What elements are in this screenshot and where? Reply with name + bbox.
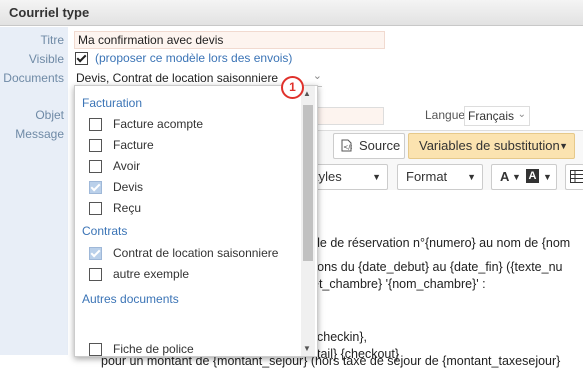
scroll-up-icon[interactable]: ▲ [303,89,311,98]
langue-select[interactable]: Français ⌄ [464,106,530,126]
caret-down-icon[interactable]: ▼ [543,165,552,189]
svg-text:</>: </> [343,144,352,151]
editor-line: et_chambre} '{nom_chambre}' : [312,277,486,291]
visible-note: (proposer ce modèle lors des envois) [95,51,292,65]
background-color-icon[interactable]: A [526,169,539,183]
option-checkbox-checked[interactable] [89,181,102,194]
option-label: Reçu [113,201,141,215]
styles-dropdown-label: tyles [315,165,342,189]
option-checkbox[interactable] [89,139,102,152]
dropdown-option[interactable]: Fiche de police [75,340,299,357]
option-checkbox[interactable] [89,118,102,131]
visible-label: Visible [29,52,64,66]
option-label: autre exemple [113,267,189,281]
source-icon: </> [341,139,352,152]
dropdown-scrollbar[interactable]: ▲ ▼ [301,86,315,356]
message-label: Message [15,127,64,141]
documents-label: Documents [3,71,64,85]
option-label: Fiche de police [113,342,194,356]
chevron-down-icon: ⌄ [518,109,526,120]
objet-input[interactable] [308,107,384,125]
langue-label: Langue [425,108,465,122]
dropdown-option[interactable]: Reçu [75,199,299,219]
option-checkbox-checked[interactable] [89,247,102,260]
caret-down-icon: ▼ [372,165,381,189]
editor-line: erons du {date_debut} au {date_fin} ({te… [306,260,562,274]
objet-label: Objet [35,108,64,122]
dropdown-option[interactable]: Facture [75,136,299,156]
dropdown-option[interactable]: Avoir [75,157,299,177]
option-checkbox[interactable] [89,160,102,173]
visible-checkbox[interactable] [75,52,88,65]
color-buttons-group: A ▼ A ▼ [491,164,557,190]
option-label: Contrat de location saisonniere [113,246,278,260]
chevron-down-icon: ⌄ [313,69,322,82]
dropdown-group-facturation: Facturation [82,96,142,110]
source-button[interactable]: </> Source [333,133,405,159]
titre-label: Titre [40,33,64,47]
option-checkbox[interactable] [89,202,102,215]
scroll-down-icon[interactable]: ▼ [303,344,311,353]
dropdown-group-autres-documents: Autres documents [82,292,179,306]
editor-line: nde de réservation n°{numero} au nom de … [306,236,570,250]
table-icon [570,170,583,183]
form-labels-column: Titre Visible Documents Objet Message [0,27,68,355]
documents-dropdown-list[interactable]: Facturation Facture acompte Facture Avoi… [74,85,318,357]
langue-select-value: Français [468,109,514,123]
text-color-icon[interactable]: A [500,165,509,189]
substitution-variables-label: Variables de substitution [419,138,560,153]
dropdown-option[interactable]: Devis [75,178,299,198]
step-number-badge: 1 [281,76,304,99]
scrollbar-thumb[interactable] [303,105,313,261]
option-checkbox[interactable] [89,268,102,281]
dropdown-option[interactable]: Contrat de location saisonniere [75,244,299,264]
option-label: Avoir [113,159,140,173]
editor-line: checkin}, [317,330,367,344]
source-button-label: Source [359,134,400,158]
panel-title: Courriel type [9,5,89,20]
caret-down-icon: ▼ [559,134,568,158]
option-label: Facture [113,138,154,152]
panel-header: Courriel type [0,0,583,26]
option-label: Devis [113,180,143,194]
option-checkbox[interactable] [89,343,102,356]
documents-select-value: Devis, Contrat de location saisonniere [76,71,278,85]
format-dropdown[interactable]: Format ▼ [397,164,483,190]
caret-down-icon: ▼ [467,165,476,189]
dropdown-option[interactable]: Facture acompte [75,115,299,135]
table-button[interactable] [565,164,583,190]
substitution-variables-button[interactable]: Variables de substitution ▼ [408,133,575,159]
option-label: Facture acompte [113,117,203,131]
dropdown-group-contrats: Contrats [82,224,127,238]
styles-dropdown[interactable]: tyles ▼ [307,164,388,190]
titre-input[interactable]: Ma confirmation avec devis [74,31,385,49]
dropdown-option[interactable]: autre exemple [75,265,299,285]
format-dropdown-label: Format [406,165,447,189]
caret-down-icon[interactable]: ▼ [512,165,521,189]
